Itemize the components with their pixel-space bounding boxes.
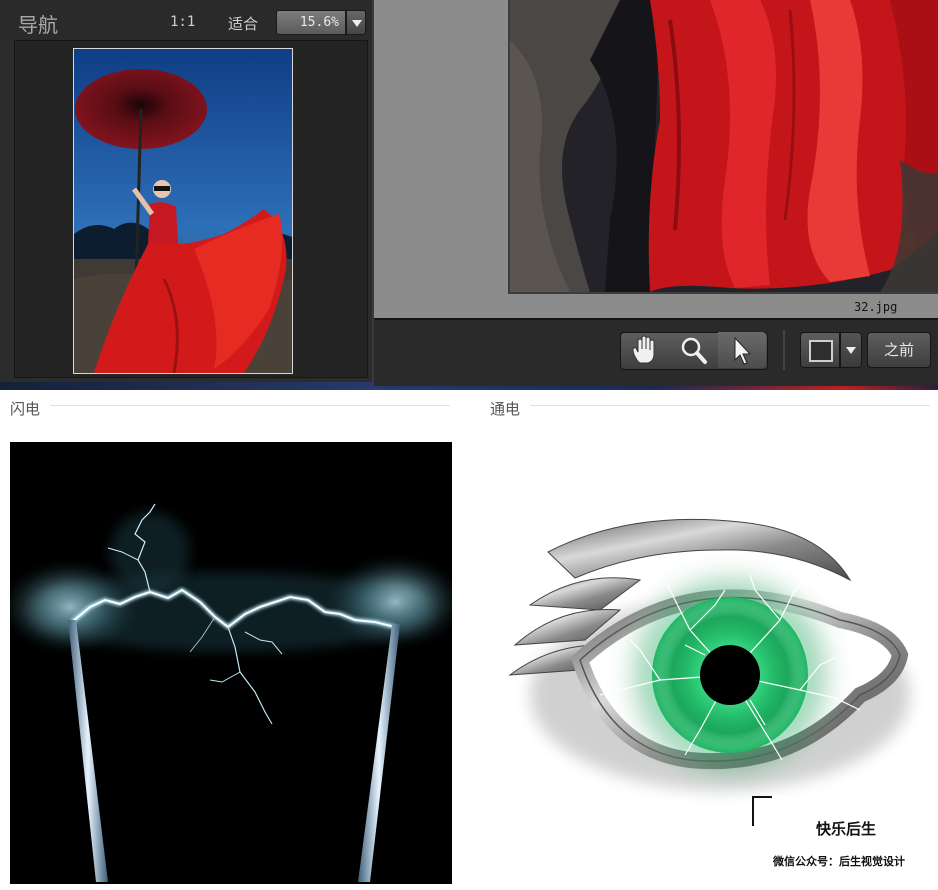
zoom-icon <box>681 337 707 364</box>
zoom-tool-button[interactable] <box>670 332 718 368</box>
pointer-tool-button[interactable] <box>718 332 766 368</box>
watermark-subtitle: 微信公众号：后生视觉设计 <box>773 855 905 868</box>
view-mode-button[interactable] <box>800 332 840 368</box>
electrified-label: 通电 <box>490 400 521 418</box>
zoom-fit-button[interactable]: 适合 <box>228 13 258 34</box>
hand-tool-button[interactable] <box>621 332 669 368</box>
canvas-photo-image <box>510 0 938 292</box>
lightning-image <box>10 442 452 884</box>
thumbnail-image <box>74 49 292 373</box>
view-mode-dropdown[interactable] <box>840 332 862 368</box>
navigator-thumbnail[interactable] <box>73 48 293 374</box>
image-filename: 32.jpg <box>854 300 898 314</box>
watermark-title: 快乐后生 <box>816 820 877 838</box>
lightning-artwork <box>10 442 452 884</box>
before-button[interactable]: 之前 <box>867 332 931 368</box>
lightning-label: 闪电 <box>10 400 41 418</box>
section-divider-left <box>50 405 450 406</box>
zoom-1-1-button[interactable]: 1:1 <box>170 14 195 30</box>
watermark-corner-v <box>752 796 754 826</box>
pointer-icon <box>734 336 752 365</box>
zoom-value-field[interactable]: 15.6% <box>276 10 346 35</box>
watermark-corner-h <box>752 796 772 798</box>
toolbar-separator <box>783 330 785 370</box>
hand-icon <box>632 335 655 364</box>
navigator-title: 导航 <box>18 13 58 37</box>
section-divider-right <box>530 405 930 406</box>
watermark-box <box>752 796 938 890</box>
zoom-dropdown-button[interactable] <box>346 10 366 35</box>
canvas-photo[interactable] <box>508 0 938 294</box>
